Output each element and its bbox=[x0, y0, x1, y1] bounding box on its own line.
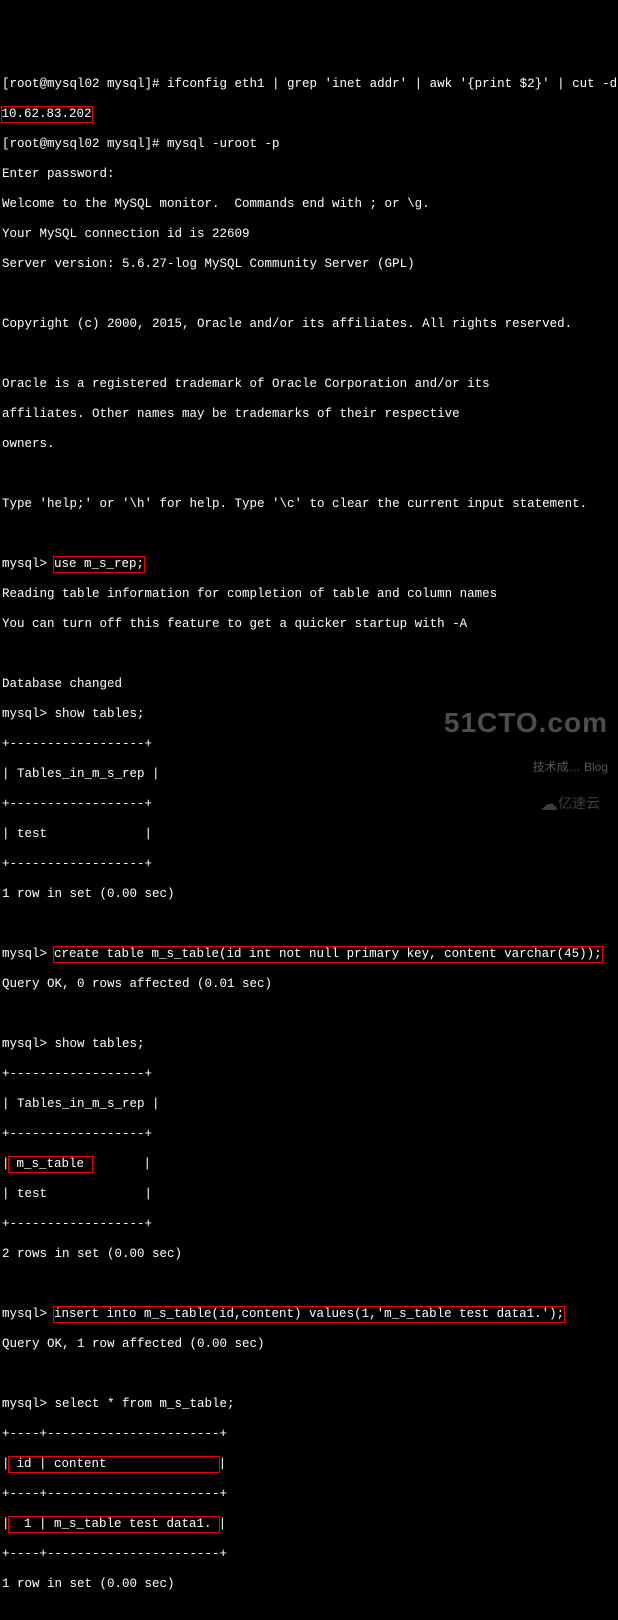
watermark-51cto: 51CTO.com 技术成… Blog bbox=[444, 685, 608, 790]
watermark-main: 51CTO.com bbox=[444, 715, 608, 730]
table-row: | test | bbox=[2, 827, 616, 842]
ip-address-highlight: 10.62.83.202 bbox=[1, 106, 93, 123]
help-line: Type 'help;' or '\h' for help. Type '\c'… bbox=[2, 497, 616, 512]
trademark: owners. bbox=[2, 437, 616, 452]
mysql-prompt: mysql> bbox=[2, 947, 55, 961]
reading-msg: Reading table information for completion… bbox=[2, 587, 616, 602]
turnoff-msg: You can turn off this feature to get a q… bbox=[2, 617, 616, 632]
terminal-output: [root@mysql02 mysql]# ifconfig eth1 | gr… bbox=[2, 62, 616, 1620]
result-header-highlight: id | content bbox=[8, 1456, 220, 1473]
welcome-msg: Welcome to the MySQL monitor. Commands e… bbox=[2, 197, 616, 212]
server-version: Server version: 5.6.27-log MySQL Communi… bbox=[2, 257, 616, 272]
cmd-insert-highlight: insert into m_s_table(id,content) values… bbox=[53, 1306, 565, 1323]
cmd-mysql-login: mysql -uroot -p bbox=[167, 137, 280, 151]
table-sep: +----+-----------------------+ bbox=[2, 1547, 616, 1562]
cmd-use-db-highlight: use m_s_rep; bbox=[53, 556, 145, 573]
row-count: 1 row in set (0.00 sec) bbox=[2, 1577, 616, 1592]
query-ok: Query OK, 1 row affected (0.00 sec) bbox=[2, 1337, 616, 1352]
table-sep: +----+-----------------------+ bbox=[2, 1427, 616, 1442]
table-sep: +------------------+ bbox=[2, 1217, 616, 1232]
watermark-yisu: ☁亿速云 bbox=[532, 781, 600, 812]
connection-id: Your MySQL connection id is 22609 bbox=[2, 227, 616, 242]
cmd-show-tables: show tables; bbox=[55, 707, 145, 721]
query-ok: Query OK, 0 rows affected (0.01 sec) bbox=[2, 977, 616, 992]
row-count: 2 rows in set (0.00 sec) bbox=[2, 1247, 616, 1262]
cmd-create-highlight: create table m_s_table(id int not null p… bbox=[53, 946, 603, 963]
mysql-prompt: mysql> bbox=[2, 1307, 55, 1321]
table-sep: +------------------+ bbox=[2, 857, 616, 872]
mysql-prompt: mysql> bbox=[2, 557, 55, 571]
shell-prompt: [root@mysql02 mysql]# bbox=[2, 77, 167, 91]
mysql-prompt: mysql> bbox=[2, 707, 55, 721]
table-sep: +----+-----------------------+ bbox=[2, 1487, 616, 1502]
mysql-prompt: mysql> bbox=[2, 1037, 55, 1051]
mysql-prompt: mysql> bbox=[2, 1397, 55, 1411]
shell-prompt: [root@mysql02 mysql]# bbox=[2, 137, 167, 151]
row-suffix: | bbox=[91, 1157, 151, 1171]
row-count: 1 row in set (0.00 sec) bbox=[2, 887, 616, 902]
result-row-highlight: 1 | m_s_table test data1. bbox=[8, 1516, 220, 1533]
trademark: affiliates. Other names may be trademark… bbox=[2, 407, 616, 422]
table-sep: +------------------+ bbox=[2, 1127, 616, 1142]
cmd-select: select * from m_s_table; bbox=[55, 1397, 235, 1411]
enter-password: Enter password: bbox=[2, 167, 616, 182]
table-row: | test | bbox=[2, 1187, 616, 1202]
trademark: Oracle is a registered trademark of Orac… bbox=[2, 377, 616, 392]
table-sep: +------------------+ bbox=[2, 1067, 616, 1082]
cmd-ifconfig: ifconfig eth1 | grep 'inet addr' | awk '… bbox=[167, 77, 618, 91]
table-header: | Tables_in_m_s_rep | bbox=[2, 1097, 616, 1112]
cmd-show-tables: show tables; bbox=[55, 1037, 145, 1051]
copyright: Copyright (c) 2000, 2015, Oracle and/or … bbox=[2, 317, 616, 332]
watermark-sub: 技术成… Blog bbox=[444, 760, 608, 775]
mstable-highlight: m_s_table bbox=[8, 1156, 93, 1173]
